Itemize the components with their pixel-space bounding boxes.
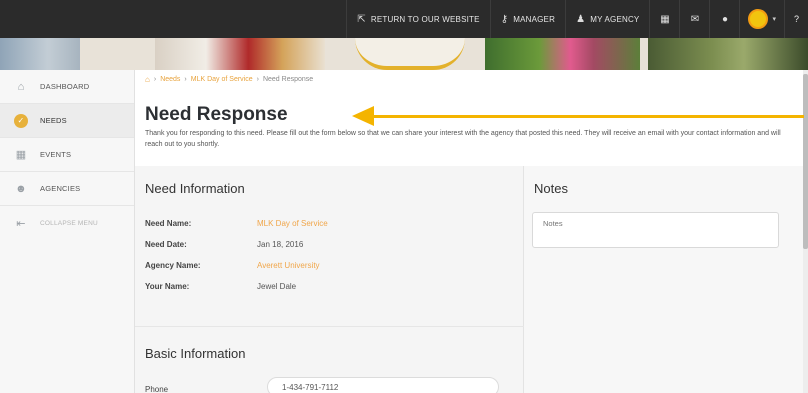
return-to-website-link[interactable]: ⇱ RETURN TO OUR WEBSITE xyxy=(346,0,489,38)
need-name-value[interactable]: MLK Day of Service xyxy=(257,219,328,228)
collapse-menu-button[interactable]: ⇤ COLLAPSE MENU xyxy=(0,206,134,240)
help-button[interactable]: ? xyxy=(784,0,808,38)
manager-link[interactable]: ⚷ MANAGER xyxy=(489,0,565,38)
my-agency-link[interactable]: ♟ MY AGENCY xyxy=(565,0,649,38)
banner-photo-2 xyxy=(155,38,325,70)
notes-textarea[interactable] xyxy=(532,212,779,248)
collapse-icon: ⇤ xyxy=(16,217,26,230)
breadcrumb: ⌂ › Needs › MLK Day of Service › Need Re… xyxy=(135,70,803,88)
breadcrumb-event-link[interactable]: MLK Day of Service xyxy=(191,76,253,83)
breadcrumb-needs-link[interactable]: Needs xyxy=(160,76,180,83)
help-icon: ? xyxy=(793,14,799,24)
phone-label: Phone xyxy=(145,385,169,393)
agency-name-label: Agency Name: xyxy=(145,261,201,270)
inbox-icon: ✉ xyxy=(690,13,700,25)
breadcrumb-separator: › xyxy=(153,75,157,83)
sidebar-item-dashboard[interactable]: ⌂ DASHBOARD xyxy=(0,70,134,104)
calendar-icon: ▦ xyxy=(660,13,670,25)
return-to-website-label: RETURN TO OUR WEBSITE xyxy=(370,14,480,24)
sidebar-item-label: DASHBOARD xyxy=(40,82,90,91)
need-date-label: Need Date: xyxy=(145,240,187,249)
sidebar: ⌂ DASHBOARD ✓ NEEDS ▦ EVENTS ☻ AGENCIES … xyxy=(0,70,135,393)
page-title: Need Response xyxy=(145,104,288,125)
banner-photo-3 xyxy=(485,38,640,70)
breadcrumb-current: Need Response xyxy=(262,75,314,83)
your-name-label: Your Name: xyxy=(145,282,190,291)
external-link-icon: ⇱ xyxy=(357,13,366,25)
chevron-down-icon: ▾ xyxy=(772,16,776,23)
home-icon: ⌂ xyxy=(17,80,25,93)
sidebar-item-needs[interactable]: ✓ NEEDS xyxy=(0,104,134,138)
banner-photo-4 xyxy=(648,38,808,70)
main-content: ⌂ › Needs › MLK Day of Service › Need Re… xyxy=(135,70,803,393)
users-icon: ☻ xyxy=(15,182,27,195)
notifications-button[interactable]: ● xyxy=(709,0,739,38)
basic-information-title: Basic Information xyxy=(145,346,246,361)
header-banner-image xyxy=(0,38,808,70)
key-icon: ⚷ xyxy=(500,13,509,25)
sidebar-item-label: NEEDS xyxy=(40,116,67,125)
notes-title: Notes xyxy=(534,181,568,196)
user-menu[interactable]: ▾ xyxy=(739,0,784,38)
top-navigation-bar: ⇱ RETURN TO OUR WEBSITE ⚷ MANAGER ♟ MY A… xyxy=(0,0,808,38)
phone-input[interactable] xyxy=(267,377,499,393)
breadcrumb-separator: › xyxy=(184,75,187,83)
check-circle-icon: ✓ xyxy=(14,113,28,128)
inbox-button[interactable]: ✉ xyxy=(679,0,709,38)
breadcrumb-separator: › xyxy=(256,75,259,83)
agency-name-value[interactable]: Averett University xyxy=(257,261,320,270)
manager-label: MANAGER xyxy=(513,14,556,24)
annotation-arrow-head xyxy=(352,106,374,126)
scrollbar-thumb[interactable] xyxy=(803,74,808,249)
annotation-arrow-line xyxy=(372,115,804,118)
my-agency-label: MY AGENCY xyxy=(590,14,640,24)
scrollbar[interactable] xyxy=(803,70,808,393)
avatar xyxy=(748,9,769,29)
your-name-value: Jewel Dale xyxy=(257,282,297,291)
notes-panel: Notes xyxy=(524,166,803,393)
calendar-icon: ▦ xyxy=(15,149,27,161)
bell-icon: ● xyxy=(721,13,728,25)
page-intro-text: Thank you for responding to this need. P… xyxy=(145,130,781,148)
need-date-value: Jan 18, 2016 xyxy=(257,240,304,249)
sidebar-item-label: AGENCIES xyxy=(40,184,81,193)
home-icon[interactable]: ⌂ xyxy=(145,75,150,84)
agency-icon: ♟ xyxy=(576,13,586,25)
sidebar-item-agencies[interactable]: ☻ AGENCIES xyxy=(0,172,134,206)
need-name-label: Need Name: xyxy=(145,219,192,228)
collapse-menu-label: COLLAPSE MENU xyxy=(40,219,98,227)
sidebar-item-label: EVENTS xyxy=(40,150,72,159)
section-divider xyxy=(135,326,524,327)
calendar-button[interactable]: ▦ xyxy=(649,0,679,38)
banner-seal xyxy=(355,38,465,70)
need-information-title: Need Information xyxy=(145,181,245,196)
sidebar-item-events[interactable]: ▦ EVENTS xyxy=(0,138,134,172)
need-information-panel: Need Information Need Name: MLK Day of S… xyxy=(135,166,524,393)
banner-photo-1 xyxy=(0,38,80,70)
